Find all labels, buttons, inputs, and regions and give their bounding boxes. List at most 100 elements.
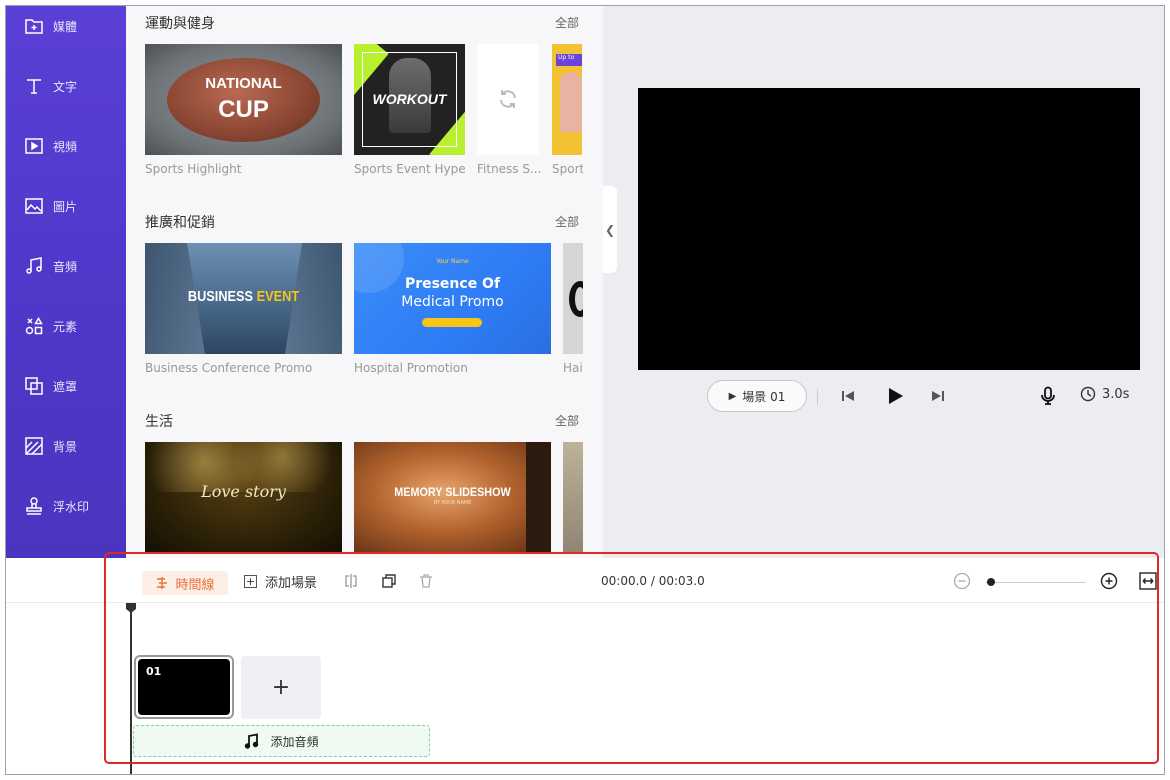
section-all-link-sports[interactable]: 全部 bbox=[555, 14, 579, 31]
sidebar-item-image[interactable]: 圖片 bbox=[6, 186, 126, 226]
sidebar-item-mask[interactable]: 遮罩 bbox=[6, 366, 126, 406]
background-icon bbox=[23, 435, 45, 457]
video-preview[interactable] bbox=[638, 88, 1140, 370]
player-controls: ▶ 場景 01 3.0s bbox=[638, 380, 1140, 416]
template-card-sports-event-hype[interactable]: WORKOUT bbox=[354, 44, 465, 155]
split-button[interactable] bbox=[342, 572, 360, 590]
add-scene-label: 添加場景 bbox=[265, 576, 318, 591]
skip-back-button[interactable] bbox=[836, 384, 860, 408]
sidebar-item-video[interactable]: 視頻 bbox=[6, 126, 126, 166]
person-graphic bbox=[560, 72, 582, 132]
text-icon bbox=[23, 75, 45, 97]
template-card-sports-highlight[interactable]: NATIONAL CUP bbox=[145, 44, 342, 155]
template-card-love-story[interactable]: Love story bbox=[145, 442, 342, 553]
template-card-business-conference[interactable]: BUSINESS EVENT bbox=[145, 243, 342, 354]
zoom-slider-knob[interactable] bbox=[987, 578, 995, 586]
scene-label: 場景 01 bbox=[742, 389, 786, 404]
template-caption: Hai bbox=[563, 361, 583, 375]
template-caption: Sport bbox=[552, 162, 583, 176]
template-card-hospital-promotion[interactable]: Your Name Presence Of Medical Promo bbox=[354, 243, 551, 354]
media-upload-icon bbox=[23, 15, 45, 37]
divider bbox=[817, 389, 818, 405]
elements-icon bbox=[23, 315, 45, 337]
template-caption: Fitness S... bbox=[477, 162, 542, 176]
zoom-in-button[interactable] bbox=[1100, 572, 1118, 590]
section-all-link-promo[interactable]: 全部 bbox=[555, 213, 579, 230]
zoom-out-button[interactable] bbox=[953, 572, 971, 590]
section-all-link-life[interactable]: 全部 bbox=[555, 412, 579, 429]
timeline-time-display: 00:00.0 / 00:03.0 bbox=[601, 574, 705, 588]
sidebar-item-background[interactable]: 背景 bbox=[6, 426, 126, 466]
play-small-icon: ▶ bbox=[728, 390, 737, 402]
sidebar-item-watermark[interactable]: 浮水印 bbox=[6, 486, 126, 526]
card-text: EVENT bbox=[256, 288, 300, 305]
add-scene-tile[interactable]: + bbox=[241, 656, 321, 719]
template-card-sport[interactable]: Up to bbox=[552, 44, 582, 155]
scene-selector-button[interactable]: ▶ 場景 01 bbox=[707, 380, 807, 412]
sidebar-item-label: 音頻 bbox=[53, 259, 78, 274]
watermark-icon bbox=[23, 495, 45, 517]
scene-number: 01 bbox=[138, 659, 230, 715]
sidebar-item-label: 媒體 bbox=[53, 19, 78, 34]
template-card-partial[interactable] bbox=[563, 442, 583, 553]
card-text: WORKOUT bbox=[372, 91, 447, 107]
add-scene-button[interactable]: + 添加場景 bbox=[244, 572, 317, 591]
template-card-partial[interactable] bbox=[563, 243, 583, 354]
sidebar-item-label: 遮罩 bbox=[53, 379, 78, 394]
card-text: NATIONAL bbox=[205, 75, 282, 92]
duration-value: 3.0s bbox=[1102, 386, 1130, 402]
sidebar-item-text[interactable]: 文字 bbox=[6, 66, 126, 106]
collapse-panel-button[interactable]: ❮ bbox=[603, 186, 617, 273]
card-text: Presence Of bbox=[404, 276, 501, 292]
zoom-out-icon bbox=[953, 572, 971, 590]
timeline-tab-label: 時間線 bbox=[175, 577, 215, 593]
microphone-icon bbox=[1041, 386, 1055, 405]
template-caption: Sports Event Hype bbox=[354, 162, 465, 176]
skip-back-icon bbox=[842, 391, 854, 401]
card-text: Love story bbox=[201, 482, 286, 501]
card-text: BY YOUR NAME bbox=[433, 500, 472, 506]
template-card-memory-slideshow[interactable]: MEMORY SLIDESHOW BY YOUR NAME bbox=[354, 442, 551, 553]
record-voice-button[interactable] bbox=[1036, 384, 1060, 408]
skip-forward-button[interactable] bbox=[926, 384, 950, 408]
timeline-panel: 時間線 + 添加場景 00:00.0 / 00:03.0 01 + 添加音頻 bbox=[6, 558, 1164, 774]
plus-square-icon: + bbox=[244, 575, 257, 588]
timeline-icon bbox=[157, 577, 168, 589]
fit-width-icon bbox=[1139, 572, 1157, 590]
card-text: Up to bbox=[556, 54, 582, 66]
sidebar-item-elements[interactable]: 元素 bbox=[6, 306, 126, 346]
trash-icon bbox=[420, 574, 432, 588]
duplicate-button[interactable] bbox=[380, 572, 398, 590]
template-caption: Hospital Promotion bbox=[354, 361, 468, 375]
card-text: Medical Promo bbox=[401, 294, 504, 310]
sidebar-item-label: 元素 bbox=[53, 319, 78, 334]
timeline-tab[interactable]: 時間線 bbox=[142, 571, 228, 595]
template-card-fitness[interactable] bbox=[477, 44, 539, 155]
sidebar-item-label: 圖片 bbox=[53, 199, 78, 214]
zoom-in-icon bbox=[1100, 572, 1118, 590]
app-window: 媒體 文字 視頻 圖片 音頻 元素 遮罩 背景 浮水印 運動與健身 全部 NAT… bbox=[5, 5, 1165, 775]
play-button[interactable] bbox=[883, 384, 907, 408]
card-text: Your Name bbox=[436, 258, 469, 265]
playhead-line[interactable] bbox=[130, 604, 132, 774]
sidebar-item-label: 視頻 bbox=[53, 139, 78, 154]
play-icon bbox=[889, 388, 903, 404]
duration-display[interactable]: 3.0s bbox=[1080, 386, 1129, 402]
section-title-life: 生活 bbox=[145, 414, 173, 430]
zoom-slider-track[interactable] bbox=[986, 582, 1086, 583]
card-text: CUP bbox=[218, 96, 269, 123]
skip-forward-icon bbox=[932, 391, 944, 401]
sidebar-item-label: 文字 bbox=[53, 79, 78, 94]
video-icon bbox=[23, 135, 45, 157]
decor-pill bbox=[422, 318, 482, 327]
sidebar-item-label: 浮水印 bbox=[53, 499, 90, 514]
split-icon bbox=[345, 574, 357, 588]
scene-clip[interactable]: 01 bbox=[134, 655, 234, 719]
chevron-left-icon: ❮ bbox=[604, 222, 616, 237]
clock-icon bbox=[1080, 386, 1096, 402]
sidebar-item-audio[interactable]: 音頻 bbox=[6, 246, 126, 286]
fit-to-width-button[interactable] bbox=[1139, 572, 1157, 590]
add-audio-track-button[interactable]: 添加音頻 bbox=[133, 725, 430, 757]
sidebar-item-media[interactable]: 媒體 bbox=[6, 6, 126, 46]
delete-button[interactable] bbox=[417, 572, 435, 590]
